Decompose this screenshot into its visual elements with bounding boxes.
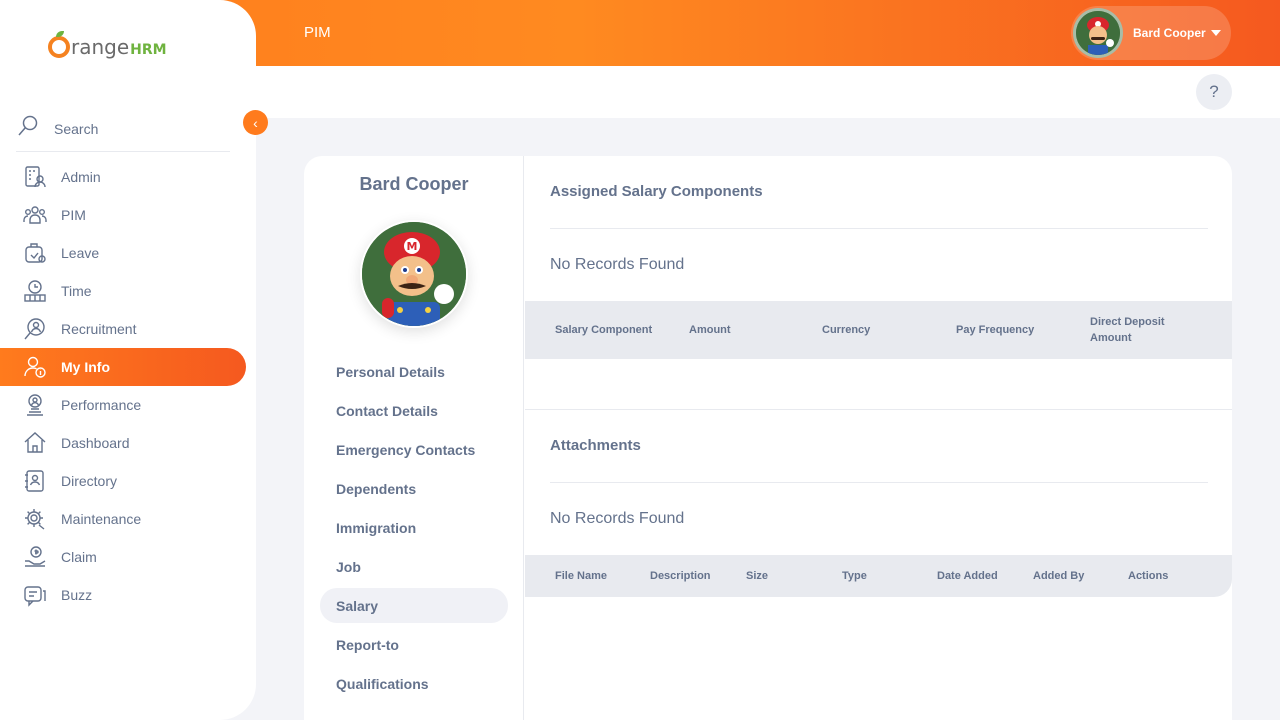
sidebar-item-label: Dashboard [61,435,130,451]
sidebar-item-label: Leave [61,245,100,261]
salary-empty-message: No Records Found [550,256,685,273]
column-header: Amount [689,324,731,336]
page-title: PIM [304,24,331,41]
attachments-empty-message: No Records Found [550,510,685,527]
user-dropdown[interactable]: Bard Cooper [1071,6,1231,60]
tab-qualifications[interactable]: Qualifications [320,666,508,701]
sidebar-item-directory[interactable]: Directory [0,462,246,500]
sidebar-item-label: Claim [61,549,97,565]
tab-salary[interactable]: Salary [320,588,508,623]
claim-icon [22,544,48,570]
sidebar-item-label: Buzz [61,587,93,603]
orange-logo-icon [48,31,70,58]
sidebar-item-maintenance[interactable]: Maintenance [0,500,246,538]
sidebar-search[interactable]: Search [16,106,230,152]
divider [550,482,1208,483]
question-mark-icon: ? [1209,82,1219,101]
collapse-sidebar-button[interactable]: ‹ [243,110,268,135]
sidebar-item-time[interactable]: Time [0,272,246,310]
caret-down-icon [1210,30,1221,36]
sidebar-item-label: Directory [61,473,118,489]
tab-emergency-contacts[interactable]: Emergency Contacts [320,432,508,467]
sidebar-item-leave[interactable]: Leave [0,234,246,272]
sidebar-item-admin[interactable]: Admin [0,158,246,196]
time-icon [22,278,48,304]
leave-icon [22,240,48,266]
column-header: Description [650,570,711,582]
sidebar-item-performance[interactable]: Performance [0,386,246,424]
orangehrm-logo[interactable]: range HRM [48,31,167,59]
employee-card: Bard Cooper M Personal Details Contact D… [304,156,1232,720]
user-name: Bard Cooper [1133,26,1206,40]
attachments-section-title: Attachments [550,437,641,454]
sidebar-item-label: PIM [61,207,86,223]
column-header: Salary Component [555,324,653,336]
svg-text:M: M [407,240,418,253]
column-header: File Name [555,570,607,582]
performance-icon [22,392,48,418]
recruitment-icon [22,316,48,342]
sidebar-item-recruitment[interactable]: Recruitment [0,310,246,348]
sidebar-item-label: Maintenance [61,511,142,527]
column-header: Direct Deposit Amount [1090,316,1165,344]
help-button[interactable]: ? [1196,74,1232,110]
sidebar-item-label: Time [61,283,92,299]
directory-icon [22,468,48,494]
gear-icon [22,506,48,532]
admin-icon [22,164,48,190]
tab-immigration[interactable]: Immigration [320,510,508,545]
main-menu: Admin PIM Leave Time Recruitment My Info… [0,158,256,614]
tab-report-to[interactable]: Report-to [320,627,508,662]
search-label: Search [54,120,99,137]
logo-text: range [71,35,130,59]
pim-icon [22,202,48,228]
sidebar-item-dashboard[interactable]: Dashboard [0,424,246,462]
divider [550,228,1208,229]
employee-photo[interactable]: M [360,220,468,328]
salary-table-header: Salary Component Amount Currency Pay Fre… [525,301,1232,359]
sidebar-item-label: Admin [61,169,101,185]
search-icon [16,114,40,143]
column-header: Added By [1033,570,1085,582]
sidebar-item-pim[interactable]: PIM [0,196,246,234]
sidebar-item-label: Performance [61,397,142,413]
divider [525,409,1232,410]
sidebar-item-label: Recruitment [61,321,137,337]
tab-contact-details[interactable]: Contact Details [320,393,508,428]
my-info-icon [22,354,48,380]
salary-panel: Assigned Salary Components No Records Fo… [525,156,1232,720]
sidebar-item-my-info[interactable]: My Info [0,348,246,386]
user-avatar [1073,8,1123,58]
column-header: Size [746,570,769,582]
column-header: Date Added [937,570,998,582]
column-header: Pay Frequency [956,324,1035,336]
logo-hrm-text: HRM [130,42,167,58]
sidebar-item-claim[interactable]: Claim [0,538,246,576]
tab-personal-details[interactable]: Personal Details [320,354,508,389]
attachments-table-header: File Name Description Size Type Date Add… [525,555,1232,597]
buzz-icon [22,582,48,608]
sidebar-item-buzz[interactable]: Buzz [0,576,246,614]
employee-name: Bard Cooper [359,174,469,194]
sidebar: range HRM Search Admin PIM Leave Time Re… [0,0,256,720]
sub-bar: ? [256,66,1280,118]
column-header: Currency [822,324,871,336]
employee-panel: Bard Cooper M Personal Details Contact D… [304,156,524,720]
column-header: Type [842,570,867,582]
home-icon [22,430,48,456]
tab-dependents[interactable]: Dependents [320,471,508,506]
tab-job[interactable]: Job [320,549,508,584]
employee-tabs: Personal Details Contact Details Emergen… [320,354,508,705]
sidebar-item-label: My Info [61,359,110,375]
chevron-left-icon: ‹ [253,114,258,131]
salary-section-title: Assigned Salary Components [550,183,763,200]
column-header: Actions [1128,570,1169,582]
